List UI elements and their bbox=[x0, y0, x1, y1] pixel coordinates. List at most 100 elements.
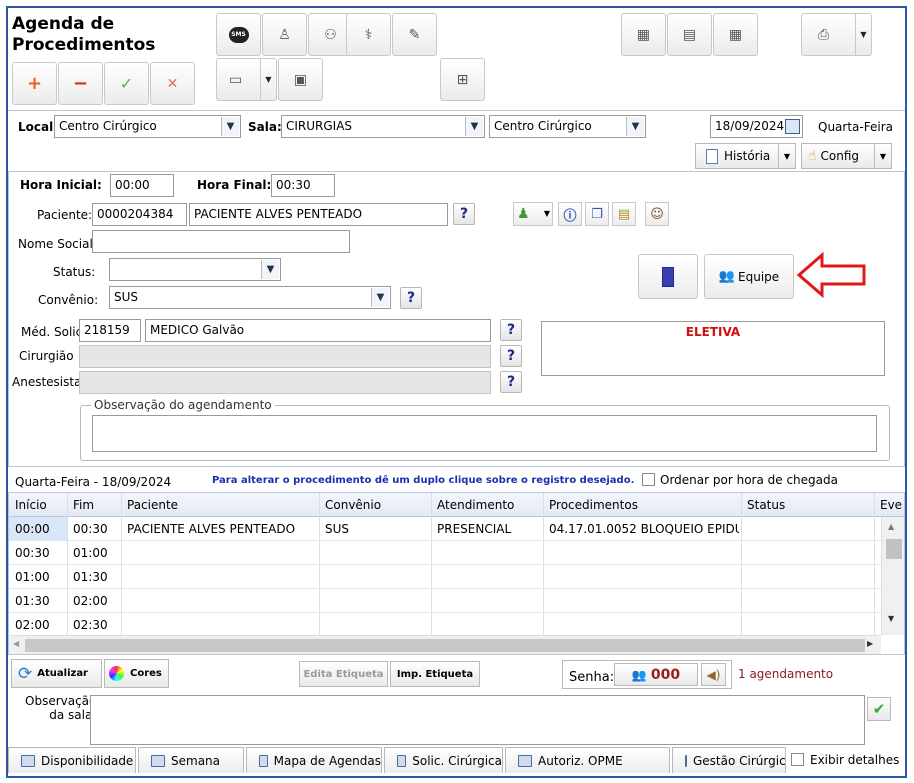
med-solic-help-button[interactable]: ? bbox=[500, 319, 522, 341]
convenio-select[interactable]: SUS ▼ bbox=[109, 286, 391, 309]
user-dropdown[interactable]: ▼ bbox=[544, 209, 550, 218]
h-scroll-thumb[interactable] bbox=[25, 639, 865, 652]
schedule-grid[interactable]: Início Fim Paciente Convênio Atendimento Proc… bbox=[8, 492, 905, 655]
setor-select[interactable]: Centro Cirúrgico ▼ bbox=[489, 115, 646, 138]
tab-label: Mapa de Agendas bbox=[273, 753, 381, 768]
senha-button[interactable]: 👥 000 bbox=[614, 663, 698, 686]
paciente-code-input[interactable]: 0000204384 bbox=[92, 203, 187, 226]
cirurgiao-help-button[interactable]: ? bbox=[500, 345, 522, 367]
calendar-icon[interactable] bbox=[785, 119, 800, 134]
confirm-button[interactable]: ✓ bbox=[104, 62, 149, 105]
paciente-name-input[interactable]: PACIENTE ALVES PENTEADO bbox=[189, 203, 448, 226]
equipe-button[interactable]: 👥 Equipe bbox=[704, 254, 794, 299]
user-button[interactable]: ♟ ▼ bbox=[513, 202, 553, 226]
report-cancel-button[interactable]: ▦ bbox=[713, 13, 758, 56]
folder-dropdown[interactable]: ▼ bbox=[260, 59, 276, 100]
tab-1[interactable]: Semana bbox=[138, 747, 244, 773]
remove-button[interactable]: − bbox=[58, 62, 103, 105]
table-row[interactable] bbox=[9, 589, 881, 613]
x-icon: ✕ bbox=[166, 75, 179, 92]
grid-column-header[interactable]: Eve bbox=[880, 498, 902, 512]
edita-etiqueta-button[interactable]: Edita Etiqueta bbox=[299, 661, 388, 687]
med-solic-code-input[interactable]: 218159 bbox=[79, 319, 141, 342]
report-button[interactable]: ▤ bbox=[667, 13, 712, 56]
door-icon bbox=[662, 266, 674, 287]
config-dropdown[interactable]: ▼ bbox=[874, 144, 891, 168]
hora-inicial-input[interactable]: 00:00 bbox=[110, 174, 174, 197]
date-field[interactable]: 18/09/2024 bbox=[710, 115, 803, 138]
scroll-up-icon[interactable]: ▲ bbox=[888, 522, 894, 531]
photo-button[interactable]: ☺ bbox=[645, 202, 669, 226]
vertical-scrollbar[interactable]: ▲ ▼ bbox=[881, 517, 904, 635]
cores-button[interactable]: Cores bbox=[104, 659, 169, 688]
save-obs-button[interactable]: ✔ bbox=[867, 697, 891, 721]
report-x-button[interactable]: ▦ bbox=[621, 13, 666, 56]
status-select[interactable]: ▼ bbox=[109, 258, 281, 281]
paste-button[interactable]: ▤ bbox=[612, 202, 636, 226]
add-button[interactable]: + bbox=[12, 62, 57, 105]
anestesista-help-button[interactable]: ? bbox=[500, 371, 522, 393]
person-button[interactable]: ♙ bbox=[262, 13, 307, 56]
table-cell: PRESENCIAL bbox=[437, 522, 512, 536]
tab-0[interactable]: Disponibilidade bbox=[8, 747, 136, 773]
cirurgiao-label: Cirurgião bbox=[19, 349, 74, 363]
tab-3[interactable]: Solic. Cirúrgica bbox=[384, 747, 503, 773]
info-button[interactable]: ⓘ bbox=[558, 202, 582, 226]
cirurgiao-input[interactable] bbox=[79, 345, 491, 368]
surgery-icon bbox=[397, 754, 407, 767]
grid-column-header[interactable]: Fim bbox=[73, 498, 119, 512]
scroll-down-icon[interactable]: ▼ bbox=[888, 614, 894, 623]
table-row[interactable] bbox=[9, 565, 881, 589]
door-button[interactable] bbox=[638, 254, 698, 299]
grid-column-header[interactable]: Atendimento bbox=[437, 498, 541, 512]
print-button[interactable]: ⎙ ▼ bbox=[801, 13, 872, 56]
edit-button[interactable]: ✎ bbox=[392, 13, 437, 56]
sala-select[interactable]: CIRURGIAS ▼ bbox=[281, 115, 485, 138]
speaker-button[interactable]: ◀) bbox=[701, 663, 726, 686]
convenio-help-button[interactable]: ? bbox=[400, 287, 422, 309]
status-label: Status: bbox=[53, 265, 96, 279]
print-dropdown[interactable]: ▼ bbox=[855, 14, 871, 55]
local-select[interactable]: Centro Cirúrgico ▼ bbox=[54, 115, 241, 138]
historia-dropdown[interactable]: ▼ bbox=[778, 144, 795, 168]
clipboard-button[interactable]: ▣ bbox=[278, 58, 323, 101]
order-checkbox[interactable] bbox=[642, 473, 655, 486]
atualizar-button[interactable]: ⟳ Atualizar bbox=[11, 659, 102, 688]
scroll-left-icon[interactable]: ◀ bbox=[13, 639, 19, 648]
tab-2[interactable]: Mapa de Agendas bbox=[246, 747, 382, 773]
count-text: 1 agendamento bbox=[738, 667, 834, 681]
sms-icon: SMS bbox=[228, 26, 249, 43]
tab-4[interactable]: Autoriz. OPME bbox=[505, 747, 670, 773]
grid-column-header[interactable]: Status bbox=[747, 498, 872, 512]
hora-final-input[interactable]: 00:30 bbox=[271, 174, 335, 197]
tab-5[interactable]: Gestão Cirúrgica bbox=[672, 747, 786, 773]
anestesista-input[interactable] bbox=[79, 371, 491, 394]
cancel-button[interactable]: ✕ bbox=[150, 62, 195, 105]
table-row[interactable] bbox=[9, 613, 881, 637]
grid-column-header[interactable]: Paciente bbox=[127, 498, 317, 512]
med-solic-name-input[interactable]: MEDICO Galvão bbox=[145, 319, 491, 342]
grid-column-header[interactable]: Início bbox=[15, 498, 65, 512]
grid-column-header[interactable]: Procedimentos bbox=[549, 498, 739, 512]
chevron-down-icon: ▼ bbox=[371, 288, 389, 307]
copy-button[interactable]: ❐ bbox=[585, 202, 609, 226]
nome-social-input[interactable] bbox=[92, 230, 350, 253]
tab-label: Gestão Cirúrgica bbox=[693, 753, 786, 768]
obs-sala-input[interactable] bbox=[90, 695, 865, 745]
table-row[interactable] bbox=[9, 541, 881, 565]
exibir-detalhes-checkbox[interactable] bbox=[791, 753, 804, 766]
paciente-help-button[interactable]: ? bbox=[453, 203, 475, 225]
scroll-right-icon[interactable]: ▶ bbox=[867, 639, 873, 648]
config-button[interactable]: ☝ Config ▼ bbox=[801, 143, 892, 169]
horizontal-scrollbar[interactable]: ◀ ▶ bbox=[9, 635, 881, 654]
observacao-input[interactable] bbox=[92, 415, 877, 452]
doctor-button[interactable]: ⚕ bbox=[346, 13, 391, 56]
scroll-thumb[interactable] bbox=[886, 539, 902, 559]
imp-etiqueta-button[interactable]: Imp. Etiqueta bbox=[390, 661, 480, 687]
transfer-button[interactable]: ⊞ bbox=[440, 58, 485, 101]
sms-button[interactable]: SMS bbox=[216, 13, 261, 56]
map-icon bbox=[259, 754, 268, 767]
historia-button[interactable]: História ▼ bbox=[695, 143, 796, 169]
grid-column-header[interactable]: Convênio bbox=[325, 498, 429, 512]
folder-button[interactable]: ▭ ▼ bbox=[216, 58, 277, 101]
